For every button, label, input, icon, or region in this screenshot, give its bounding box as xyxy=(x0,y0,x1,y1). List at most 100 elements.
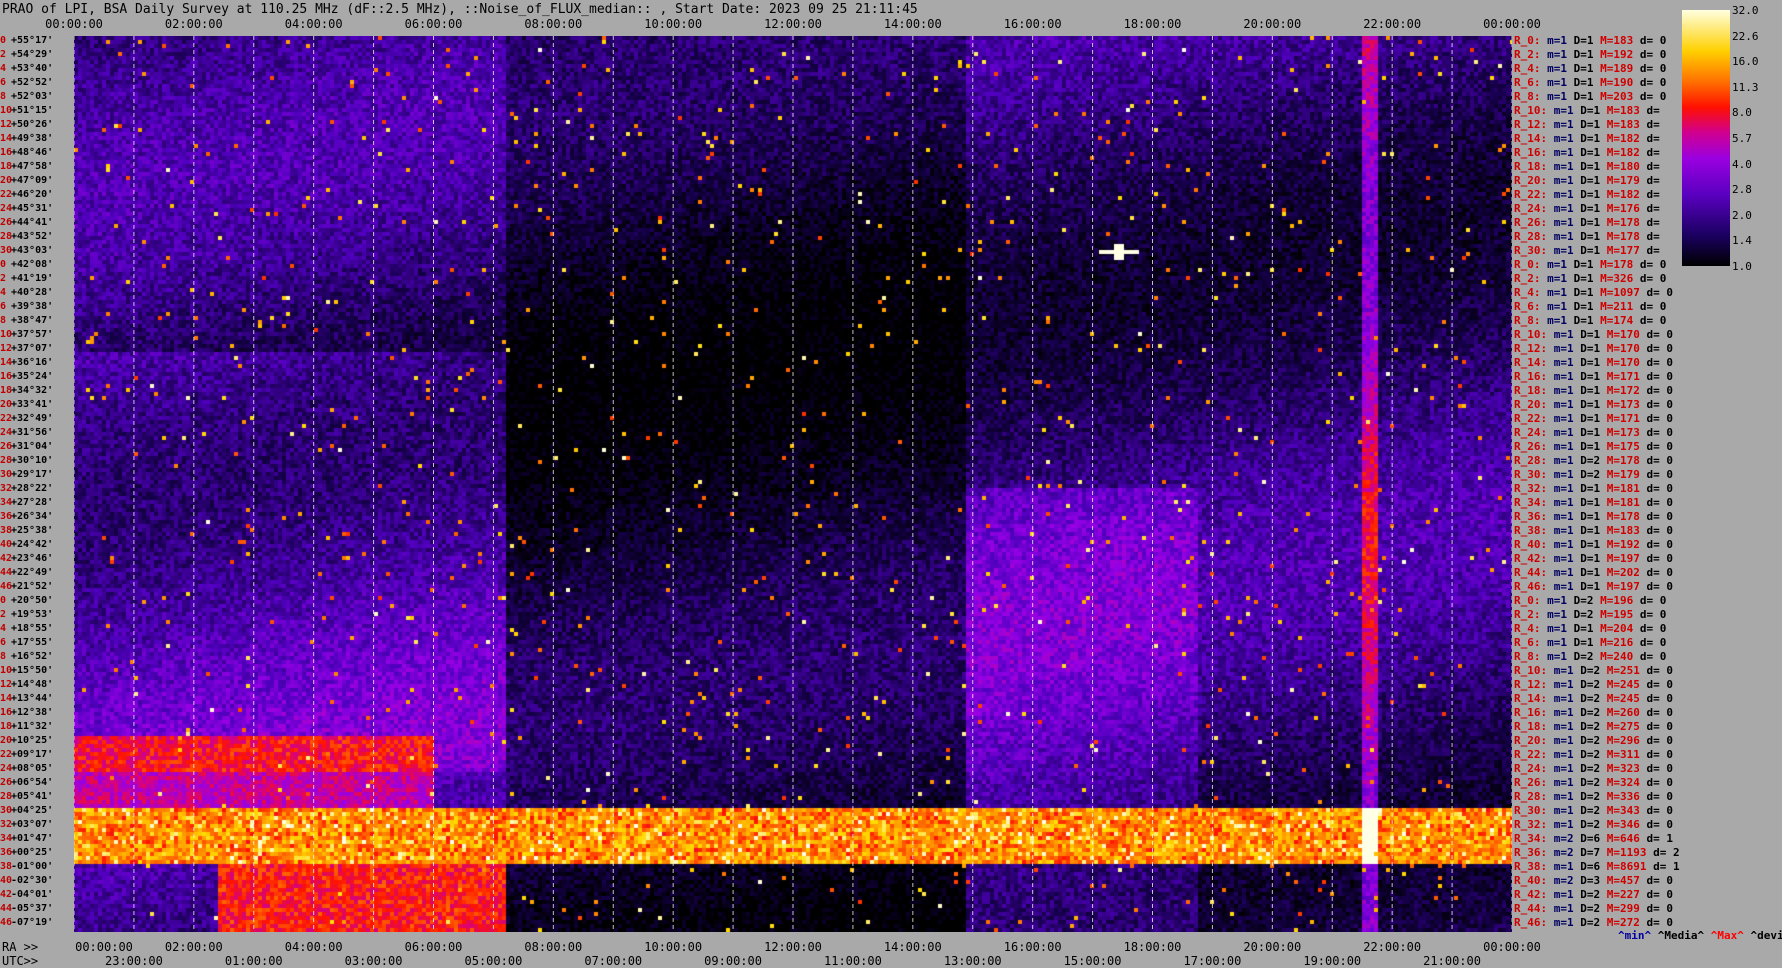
ra-tick-label: 20:00:00 xyxy=(1243,940,1302,954)
top-tick-label: 00:00:00 xyxy=(1483,17,1541,31)
ra-tick-label: 00:00:00 xyxy=(75,940,133,954)
dec-tick-label: 22+46°20' xyxy=(0,189,54,200)
dec-tick-label: 12+50°26' xyxy=(0,119,54,130)
row-stat: R_20: m=1 D=1 M=173 d= 0 xyxy=(1514,398,1673,411)
row-stat: R_24: m=1 D=1 M=176 d= xyxy=(1514,202,1660,215)
dec-tick-label: 30+04°25' xyxy=(0,805,54,816)
row-stat: R_10: m=1 D=1 M=183 d= xyxy=(1514,104,1660,117)
row-stat: R_26: m=1 D=1 M=178 d= xyxy=(1514,216,1660,229)
dec-tick-label: 12+37°07' xyxy=(0,343,54,354)
row-stat: R_8: m=1 D=1 M=174 d= 0 xyxy=(1514,314,1667,327)
top-tick-label: 02:00:00 xyxy=(164,17,223,31)
ra-tick-label: 18:00:00 xyxy=(1123,940,1182,954)
dec-tick-label: 6 +52°52' xyxy=(0,77,54,88)
dec-tick-label: 4 +40°28' xyxy=(0,287,54,298)
row-stat: R_2: m=1 D=2 M=195 d= 0 xyxy=(1514,608,1667,621)
legend-min: ^min^ xyxy=(1618,929,1652,942)
dec-tick-label: 6 +17°55' xyxy=(0,637,54,648)
colorbar-tick-label: 1.4 xyxy=(1732,234,1752,248)
dec-tick-label: 34+01°47' xyxy=(0,833,54,844)
dec-tick-label: 4 +53°40' xyxy=(0,63,54,74)
dec-tick-label: 8 +16°52' xyxy=(0,651,54,662)
dec-tick-label: 28+30°10' xyxy=(0,455,54,466)
row-stat: R_24: m=1 D=2 M=323 d= 0 xyxy=(1514,762,1673,775)
ra-axis-label: RA >> xyxy=(2,940,39,954)
top-tick-label: 14:00:00 xyxy=(883,17,942,31)
row-stat: R_0: m=1 D=1 M=178 d= 0 xyxy=(1514,258,1667,271)
dec-tick-label: 2 +54°29' xyxy=(0,49,54,60)
dec-tick-label: 6 +39°38' xyxy=(0,301,54,312)
dec-tick-label: 24+08°05' xyxy=(0,763,54,774)
dec-tick-label: 44+22°49' xyxy=(0,567,54,578)
row-stat: R_2: m=1 D=1 M=326 d= 0 xyxy=(1514,272,1667,285)
row-stat: R_32: m=1 D=1 M=181 d= 0 xyxy=(1514,482,1673,495)
row-stat: R_12: m=1 D=1 M=170 d= 0 xyxy=(1514,342,1673,355)
row-stat: R_46: m=1 D=1 M=197 d= 0 xyxy=(1514,580,1673,593)
ra-tick-label: 10:00:00 xyxy=(644,940,703,954)
row-stat: R_20: m=1 D=1 M=179 d= xyxy=(1514,174,1660,187)
dec-tick-label: 46-07°19' xyxy=(0,917,54,928)
top-tick-label: 00:00:00 xyxy=(45,17,103,31)
dec-tick-label: 14+13°44' xyxy=(0,693,54,704)
dec-tick-label: 38-01°00' xyxy=(0,861,54,872)
row-stat: R_30: m=1 D=1 M=177 d= xyxy=(1514,244,1660,257)
row-stat: R_30: m=1 D=2 M=343 d= 0 xyxy=(1514,804,1673,817)
dec-tick-label: 44-05°37' xyxy=(0,903,54,914)
dec-tick-label: 20+10°25' xyxy=(0,735,54,746)
top-tick-label: 08:00:00 xyxy=(524,17,583,31)
row-stat: R_32: m=1 D=2 M=346 d= 0 xyxy=(1514,818,1673,831)
row-stat: R_28: m=1 D=2 M=178 d= 0 xyxy=(1514,454,1673,467)
colorbar xyxy=(1682,10,1730,266)
utc-tick-label: 23:00:00 xyxy=(105,954,163,968)
utc-axis-label: UTC>> xyxy=(2,954,39,968)
utc-tick-label: 15:00:00 xyxy=(1063,954,1122,968)
row-stat: R_4: m=1 D=1 M=1097 d= 0 xyxy=(1514,286,1673,299)
row-stat: R_16: m=1 D=1 M=171 d= 0 xyxy=(1514,370,1673,383)
dec-tick-label: 12+14°48' xyxy=(0,679,54,690)
ra-tick-label: 04:00:00 xyxy=(284,940,343,954)
row-stat: R_44: m=1 D=2 M=299 d= 0 xyxy=(1514,902,1673,915)
ra-tick-label: 12:00:00 xyxy=(764,940,822,954)
row-stat: R_38: m=1 D=1 M=183 d= 0 xyxy=(1514,524,1673,537)
row-stat: R_34: m=1 D=1 M=181 d= 0 xyxy=(1514,496,1673,509)
dec-tick-label: 36+00°25' xyxy=(0,847,54,858)
row-stat: R_2: m=1 D=1 M=192 d= 0 xyxy=(1514,48,1667,61)
dec-tick-label: 28+05°41' xyxy=(0,791,54,802)
dec-tick-label: 18+11°32' xyxy=(0,721,54,732)
row-stat: R_20: m=1 D=2 M=296 d= 0 xyxy=(1514,734,1673,747)
dec-tick-label: 16+48°46' xyxy=(0,147,54,158)
colorbar-tick-label: 2.8 xyxy=(1732,183,1752,197)
row-stat: R_8: m=1 D=2 M=240 d= 0 xyxy=(1514,650,1667,663)
dec-tick-label: 0 +55°17' xyxy=(0,35,54,46)
dec-tick-label: 26+31°04' xyxy=(0,441,54,452)
row-stat: R_46: m=1 D=2 M=272 d= 0 xyxy=(1514,916,1673,929)
utc-tick-label: 05:00:00 xyxy=(464,954,523,968)
row-stat: R_14: m=1 D=2 M=245 d= 0 xyxy=(1514,692,1673,705)
dec-tick-label: 32+03°07' xyxy=(0,819,54,830)
row-stat: R_40: m=1 D=1 M=192 d= 0 xyxy=(1514,538,1673,551)
row-stat: R_6: m=1 D=1 M=216 d= 0 xyxy=(1514,636,1667,649)
colorbar-tick-label: 8.0 xyxy=(1732,106,1752,120)
row-stat: R_0: m=1 D=1 M=183 d= 0 xyxy=(1514,34,1667,47)
dec-tick-label: 16+35°24' xyxy=(0,371,54,382)
row-stat: R_6: m=1 D=1 M=211 d= 0 xyxy=(1514,300,1667,313)
dec-tick-label: 14+36°16' xyxy=(0,357,54,368)
utc-tick-label: 09:00:00 xyxy=(704,954,762,968)
row-stat: R_28: m=1 D=2 M=336 d= 0 xyxy=(1514,790,1673,803)
row-stat: R_30: m=1 D=2 M=179 d= 0 xyxy=(1514,468,1673,481)
time-gridlines xyxy=(74,36,1512,932)
row-stat: R_18: m=1 D=1 M=180 d= xyxy=(1514,160,1660,173)
row-stat: R_34: m=2 D=6 M=646 d= 1 xyxy=(1514,832,1673,845)
row-stat: R_16: m=1 D=2 M=260 d= 0 xyxy=(1514,706,1673,719)
dec-tick-label: 38+25°38' xyxy=(0,525,54,536)
dec-tick-label: 42+23°46' xyxy=(0,553,54,564)
ra-tick-label: 14:00:00 xyxy=(883,940,942,954)
top-tick-label: 04:00:00 xyxy=(284,17,343,31)
row-stat: R_42: m=1 D=1 M=197 d= 0 xyxy=(1514,552,1673,565)
dec-tick-label: 4 +18°55' xyxy=(0,623,54,634)
ra-tick-label: 00:00:00 xyxy=(1483,940,1541,954)
dec-tick-label: 20+33°41' xyxy=(0,399,54,410)
dec-tick-label: 32+28°22' xyxy=(0,483,54,494)
utc-tick-label: 13:00:00 xyxy=(943,954,1002,968)
row-stat: R_16: m=1 D=1 M=182 d= xyxy=(1514,146,1660,159)
